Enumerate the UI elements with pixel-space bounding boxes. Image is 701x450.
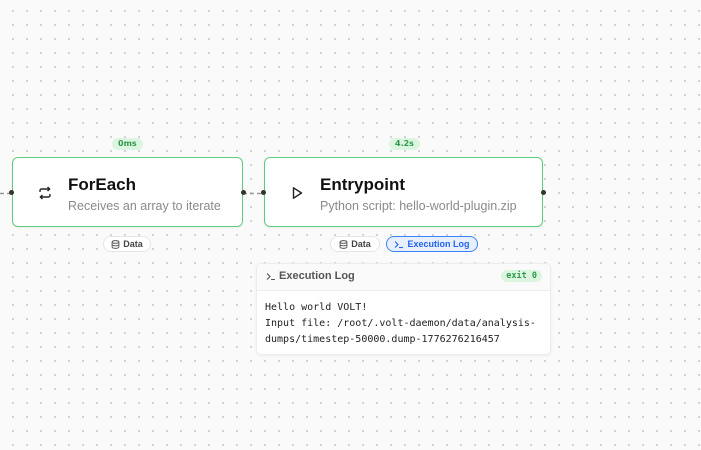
- foreach-duration-badge: 0ms: [112, 138, 143, 150]
- output-handle[interactable]: [241, 190, 246, 195]
- database-icon: [111, 239, 120, 249]
- node-subtitle: Receives an array to iterate: [68, 199, 221, 213]
- chip-label: Execution Log: [407, 239, 470, 249]
- play-icon: [292, 187, 303, 199]
- log-line: Hello world VOLT!: [265, 302, 368, 313]
- node-title: ForEach: [68, 175, 137, 194]
- input-handle[interactable]: [261, 190, 266, 195]
- node-foreach[interactable]: ForEach Receives an array to iterate: [9, 157, 246, 227]
- entrypoint-data-chip[interactable]: Data: [330, 236, 380, 252]
- terminal-icon: [395, 240, 404, 248]
- output-handle[interactable]: [541, 190, 546, 195]
- repeat-icon: [39, 186, 51, 200]
- entrypoint-duration-badge: 4.2s: [389, 138, 420, 150]
- exit-status-badge: exit 0: [501, 270, 542, 282]
- execution-log-panel[interactable]: Execution Log exit 0 Hello world VOLT! I…: [256, 263, 551, 355]
- input-handle[interactable]: [9, 190, 14, 195]
- log-line: Input file: /root/.volt-daemon/data/anal…: [265, 318, 536, 329]
- execution-log-header: Execution Log exit 0: [257, 264, 550, 291]
- node-title: Entrypoint: [320, 175, 405, 194]
- database-icon: [339, 239, 348, 249]
- node-subtitle: Python script: hello-world-plugin.zip: [320, 199, 517, 213]
- execution-log-title: Execution Log: [279, 270, 355, 282]
- execution-log-chip[interactable]: Execution Log: [386, 236, 478, 252]
- foreach-data-chip[interactable]: Data: [103, 236, 151, 252]
- workflow-canvas[interactable]: 0ms ForEach Receives an array to iterate…: [0, 0, 701, 450]
- execution-log-output[interactable]: Hello world VOLT! Input file: /root/.vol…: [265, 300, 545, 348]
- log-line: dumps/timestep-50000.dump-1776276216457: [265, 334, 500, 345]
- chip-label: Data: [123, 239, 143, 249]
- chip-label: Data: [351, 239, 371, 249]
- terminal-icon: [266, 273, 275, 281]
- node-entrypoint[interactable]: Entrypoint Python script: hello-world-pl…: [261, 157, 546, 227]
